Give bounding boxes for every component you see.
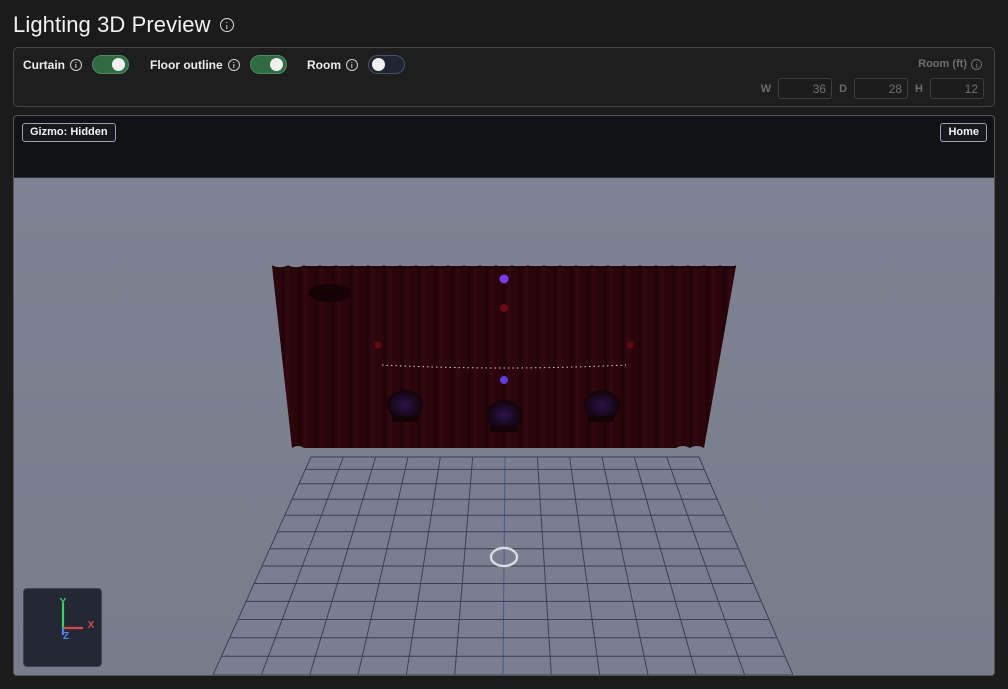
spot-right xyxy=(584,390,620,420)
switch-knob xyxy=(372,58,385,71)
room-dimensions-info-icon[interactable] xyxy=(971,58,982,70)
curtain-info-icon[interactable] xyxy=(70,58,82,71)
axis-label-x: X xyxy=(88,620,95,631)
page-header: Lighting 3D Preview xyxy=(13,12,234,38)
spot-right-base xyxy=(588,416,614,422)
axis-gizmo-svg: Y X Z xyxy=(60,597,95,642)
3d-viewport[interactable]: Gizmo: Hidden Home Y X Z xyxy=(13,115,995,676)
info-icon[interactable] xyxy=(219,18,234,32)
light-red-left xyxy=(374,341,382,349)
light-purple-center xyxy=(500,376,508,384)
room-info-icon[interactable] xyxy=(346,58,358,71)
viewport-toolbar: Gizmo: Hidden Home xyxy=(14,116,994,178)
height-field[interactable]: 12 xyxy=(930,78,984,99)
floor-outline-switch[interactable] xyxy=(249,55,287,74)
height-label: H xyxy=(915,82,923,95)
light-purple-top xyxy=(499,274,509,284)
room-dimensions: W 36 D 28 H 12 xyxy=(761,78,984,99)
floor-outline-info-icon[interactable] xyxy=(227,58,240,71)
axis-gizmo: Y X Z xyxy=(23,588,102,667)
spot-center-base xyxy=(490,426,518,432)
spot-left-base xyxy=(392,416,418,422)
fixture-left xyxy=(309,284,351,302)
home-button[interactable]: Home xyxy=(940,123,987,142)
toggle-label-curtain: Curtain xyxy=(23,57,65,72)
spot-left xyxy=(387,390,423,420)
light-red-right xyxy=(626,341,634,349)
room-dimensions-title: Room (ft) xyxy=(918,58,982,70)
controls-panel: Curtain Floor outline Room Room (ft) W 3… xyxy=(13,47,995,107)
gizmo-toggle-button[interactable]: Gizmo: Hidden xyxy=(22,123,116,142)
spot-center xyxy=(486,400,522,430)
toggle-label-floor-outline: Floor outline xyxy=(150,57,223,72)
room-dimensions-label: Room (ft) xyxy=(918,58,967,70)
scene-canvas[interactable] xyxy=(14,178,994,676)
toggle-curtain: Curtain xyxy=(23,55,129,74)
axis-label-z: Z xyxy=(63,631,69,642)
light-red-top xyxy=(500,304,508,312)
page-title: Lighting 3D Preview xyxy=(13,12,211,37)
toggle-floor-outline: Floor outline xyxy=(150,55,287,74)
depth-field[interactable]: 28 xyxy=(854,78,909,99)
curtain-switch[interactable] xyxy=(92,55,129,74)
room-switch[interactable] xyxy=(368,55,405,74)
axis-label-y: Y xyxy=(60,597,67,608)
switch-knob xyxy=(112,58,125,71)
toggle-room: Room xyxy=(307,55,405,74)
switch-knob xyxy=(269,58,283,71)
toggle-label-room: Room xyxy=(307,57,341,72)
width-label: W xyxy=(760,82,772,95)
width-field[interactable]: 36 xyxy=(778,78,833,99)
depth-label: D xyxy=(839,82,848,95)
